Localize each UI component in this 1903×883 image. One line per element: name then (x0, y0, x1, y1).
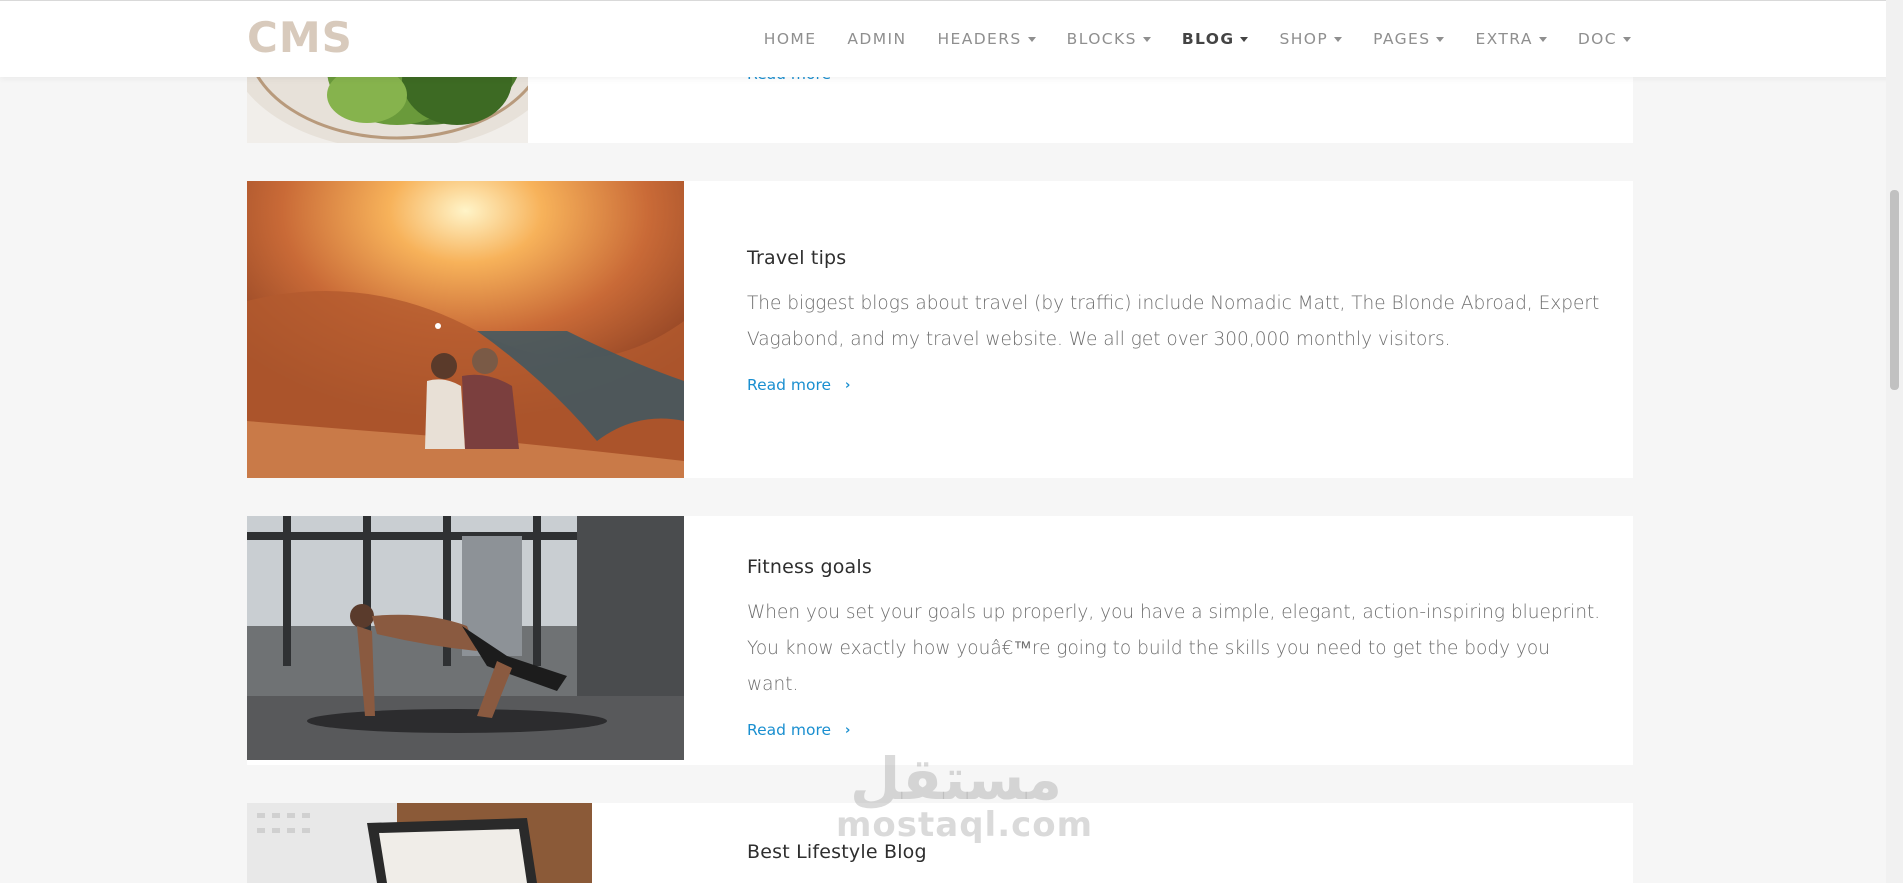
read-more-label: Read more (747, 376, 832, 394)
main-nav: HOME ADMIN HEADERS BLOCKS BLOG SHOP PAGES EXTRA… (764, 1, 1631, 77)
post-excerpt: The biggest blogs about travel (by traff… (747, 293, 1600, 350)
nav-item-label: BLOG (1181, 30, 1235, 48)
nav-item-home[interactable]: HOME (764, 30, 817, 48)
nav-item-label: ADMIN (847, 30, 907, 48)
nav-item-doc[interactable]: DOC (1578, 30, 1631, 48)
nav-item-label: DOC (1577, 30, 1617, 48)
caret-down-icon (1027, 36, 1036, 42)
page-scrollbar[interactable] (1886, 0, 1903, 883)
post-title[interactable]: Travel tips (747, 247, 1605, 269)
post-image[interactable] (247, 181, 684, 478)
nav-item-label: HOME (763, 30, 817, 48)
read-more-link[interactable]: Read more › (747, 721, 850, 739)
site-header: CMS HOME ADMIN HEADERS BLOCKS BLOG SHOP PAGES E… (0, 0, 1903, 77)
caret-down-icon (1436, 36, 1445, 42)
post-excerpt: When you set your goals up properly, you… (747, 602, 1601, 695)
read-more-label: Read more (747, 721, 832, 739)
read-more-link[interactable]: Read more › (747, 376, 850, 394)
post-title[interactable]: Best Lifestyle Blog (747, 841, 1605, 863)
site-logo[interactable]: CMS (247, 13, 353, 62)
caret-down-icon (1240, 36, 1249, 42)
workout-photo-icon (247, 516, 684, 760)
caret-down-icon (1334, 36, 1343, 42)
blog-page: Read more › (0, 0, 1903, 883)
nav-item-admin[interactable]: ADMIN (847, 30, 906, 48)
nav-item-pages[interactable]: PAGES (1373, 30, 1445, 48)
nav-item-blocks[interactable]: BLOCKS (1067, 30, 1151, 48)
chevron-right-icon: › (845, 377, 851, 393)
caret-down-icon (1623, 36, 1631, 42)
nav-item-extra[interactable]: EXTRA (1475, 30, 1547, 48)
nav-item-label: BLOCKS (1066, 30, 1137, 48)
canyon-couple-photo-icon (247, 181, 684, 478)
laptop-photo-icon (247, 803, 592, 883)
nav-item-label: HEADERS (937, 30, 1022, 48)
blog-post: Travel tips The biggest blogs about trav… (247, 181, 1633, 478)
nav-item-headers[interactable]: HEADERS (937, 30, 1036, 48)
caret-down-icon (1538, 36, 1547, 42)
nav-item-label: EXTRA (1475, 30, 1533, 48)
post-title[interactable]: Fitness goals (747, 556, 1605, 578)
blog-post: Best Lifestyle Blog (247, 803, 1633, 883)
scrollbar-thumb[interactable] (1890, 190, 1899, 390)
nav-item-blog[interactable]: BLOG (1182, 30, 1249, 48)
post-image[interactable] (247, 803, 592, 883)
nav-item-shop[interactable]: SHOP (1279, 30, 1343, 48)
blog-post: Fitness goals When you set your goals up… (247, 516, 1633, 765)
nav-item-label: PAGES (1373, 30, 1431, 48)
post-image[interactable] (247, 516, 684, 760)
nav-item-label: SHOP (1279, 30, 1329, 48)
caret-down-icon (1142, 36, 1151, 42)
chevron-right-icon: › (845, 722, 851, 738)
